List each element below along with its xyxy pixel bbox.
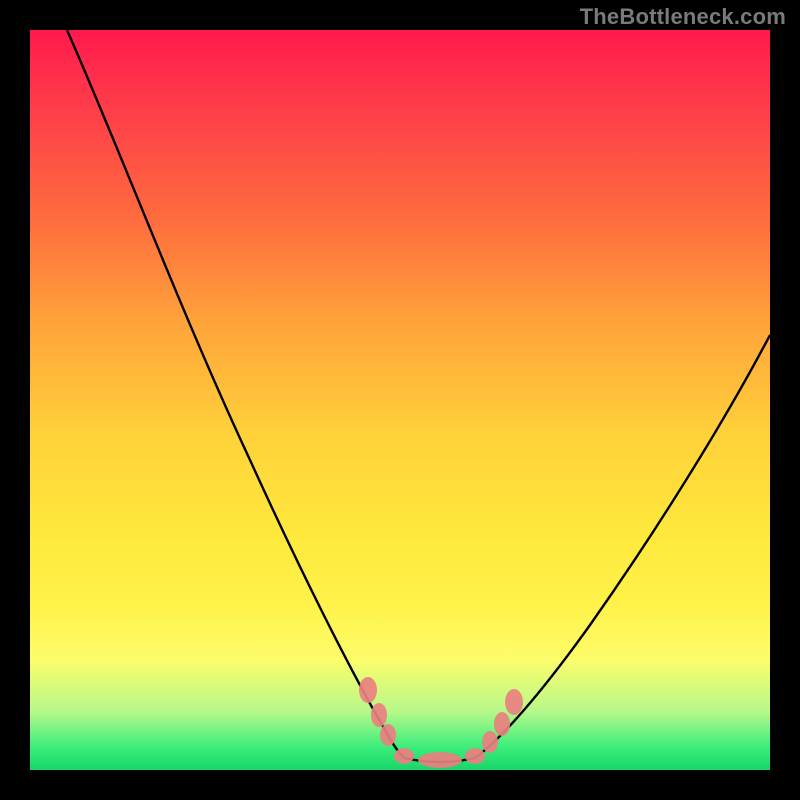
curve-layer (30, 30, 770, 770)
highlight-markers (359, 677, 523, 768)
watermark-text: TheBottleneck.com (580, 4, 786, 30)
frame: TheBottleneck.com (0, 0, 800, 800)
curve-left-branch (67, 30, 404, 758)
plot-area (30, 30, 770, 770)
